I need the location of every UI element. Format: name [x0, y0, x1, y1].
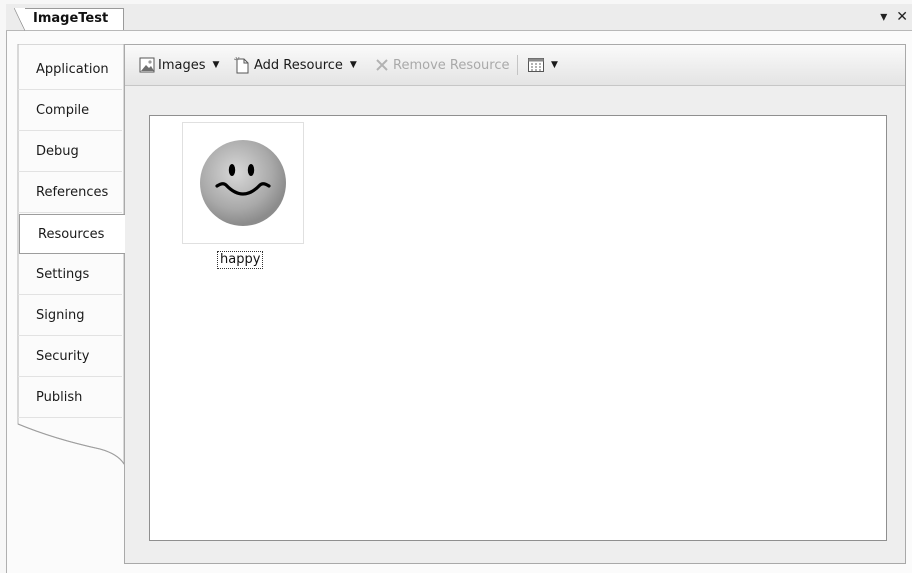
- document-tab-strip: ImageTest ▾ ✕: [6, 4, 912, 31]
- close-icon[interactable]: ✕: [896, 10, 908, 24]
- category-label: Images: [158, 57, 206, 73]
- sidebar-item-security[interactable]: Security: [18, 337, 122, 377]
- delete-x-icon: [376, 59, 388, 71]
- window-list-dropdown-icon[interactable]: ▾: [880, 10, 887, 24]
- document-tab-imagetest[interactable]: ImageTest: [14, 8, 124, 31]
- sidebar-item-publish[interactable]: Publish: [18, 378, 122, 418]
- resource-category-dropdown[interactable]: Images ▼: [139, 55, 219, 75]
- add-resource-button[interactable]: Add Resource ▼: [234, 55, 357, 75]
- resources-toolbar: Images ▼ Add Resource ▼ Remove Resource: [125, 45, 905, 86]
- chevron-down-icon: ▼: [212, 60, 220, 70]
- views-dropdown[interactable]: ▼: [528, 55, 558, 75]
- chevron-down-icon: ▼: [349, 60, 357, 70]
- remove-resource-button[interactable]: Remove Resource: [375, 55, 510, 75]
- chevron-down-icon: ▼: [551, 60, 558, 70]
- remove-resource-label: Remove Resource: [393, 57, 510, 73]
- resource-item-thumbnail[interactable]: [182, 122, 304, 244]
- add-resource-label: Add Resource: [254, 57, 343, 73]
- resource-item-name[interactable]: happy: [216, 251, 264, 269]
- tab-strip-buttons: ▾ ✕: [880, 10, 908, 24]
- sidebar-item-resources[interactable]: Resources: [19, 214, 125, 254]
- toolbar-separator: [517, 55, 518, 75]
- document-tab-title: ImageTest: [33, 11, 109, 26]
- sidebar-item-signing[interactable]: Signing: [18, 296, 122, 336]
- smiley-face-image: [200, 140, 286, 226]
- sidebar-item-settings[interactable]: Settings: [18, 255, 122, 295]
- sidebar-item-references[interactable]: References: [18, 173, 122, 213]
- project-properties-tabs: Application Compile Debug References Res…: [14, 44, 125, 569]
- new-document-icon: [234, 56, 249, 73]
- sidebar-item-compile[interactable]: Compile: [18, 91, 122, 131]
- sidebar-item-application[interactable]: Application: [18, 50, 122, 90]
- grid-view-icon: [528, 58, 544, 72]
- sidebar-item-debug[interactable]: Debug: [18, 132, 122, 172]
- resources-panel: Images ▼ Add Resource ▼ Remove Resource: [124, 44, 906, 564]
- image-icon: [139, 57, 155, 73]
- resource-list-view[interactable]: happy: [149, 115, 887, 541]
